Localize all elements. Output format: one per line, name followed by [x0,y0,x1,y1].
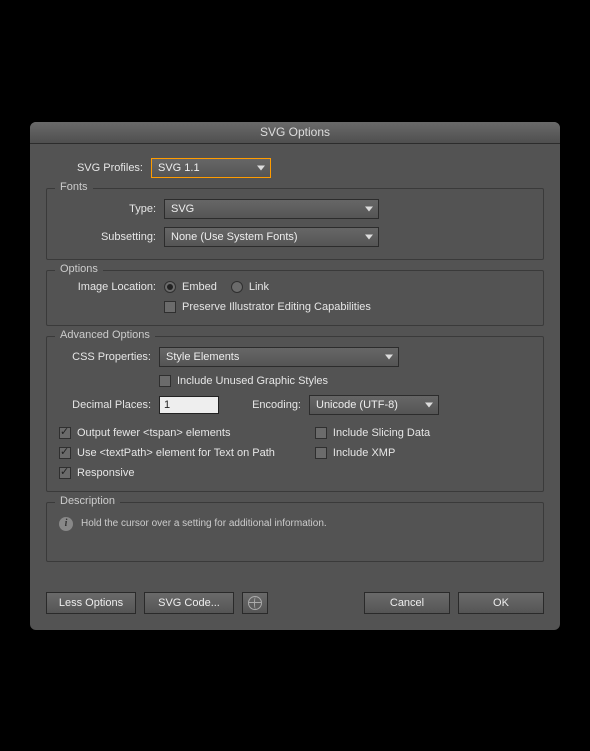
preview-web-button[interactable] [242,592,268,614]
svg-profiles-label: SVG Profiles: [66,162,151,174]
button-row: Less Options SVG Code... Cancel OK [46,592,544,614]
encoding-select[interactable]: Unicode (UTF-8) [309,395,439,415]
svg-options-dialog: SVG Options SVG Profiles: SVG 1.1 Fonts … [30,122,560,630]
window-title: SVG Options [260,125,330,139]
options-legend: Options [55,263,103,275]
info-icon: i [59,517,73,531]
decimal-places-label: Decimal Places: [59,399,159,411]
slicing-checkbox[interactable]: Include Slicing Data [315,427,430,439]
ok-button[interactable]: OK [458,592,544,614]
css-properties-select[interactable]: Style Elements [159,347,399,367]
less-options-button[interactable]: Less Options [46,592,136,614]
output-tspan-checkbox[interactable]: Output fewer <tspan> elements [59,427,275,439]
svg-profiles-select[interactable]: SVG 1.1 [151,158,271,178]
css-properties-label: CSS Properties: [59,351,159,363]
textpath-checkbox[interactable]: Use <textPath> element for Text on Path [59,447,275,459]
embed-radio[interactable]: Embed [164,281,217,293]
titlebar: SVG Options [30,122,560,144]
xmp-checkbox[interactable]: Include XMP [315,447,430,459]
fonts-legend: Fonts [55,181,93,193]
encoding-label: Encoding: [219,399,309,411]
description-fieldset: Description i Hold the cursor over a set… [46,502,544,562]
preserve-editing-checkbox[interactable]: Preserve Illustrator Editing Capabilitie… [164,301,371,313]
dialog-content: SVG Profiles: SVG 1.1 Fonts Type: SVG Su… [30,144,560,630]
decimal-places-input[interactable] [159,396,219,414]
font-type-select[interactable]: SVG [164,199,379,219]
subsetting-select[interactable]: None (Use System Fonts) [164,227,379,247]
fonts-fieldset: Fonts Type: SVG Subsetting: None (Use Sy… [46,188,544,260]
advanced-legend: Advanced Options [55,329,155,341]
description-text: Hold the cursor over a setting for addit… [81,518,327,529]
globe-icon [248,596,262,610]
link-radio[interactable]: Link [231,281,269,293]
svg-code-button[interactable]: SVG Code... [144,592,234,614]
include-unused-checkbox[interactable]: Include Unused Graphic Styles [159,375,328,387]
options-fieldset: Options Image Location: Embed Link Prese… [46,270,544,326]
cancel-button[interactable]: Cancel [364,592,450,614]
description-legend: Description [55,495,120,507]
advanced-fieldset: Advanced Options CSS Properties: Style E… [46,336,544,492]
font-type-label: Type: [59,203,164,215]
image-location-label: Image Location: [59,281,164,293]
responsive-checkbox[interactable]: Responsive [59,467,275,479]
subsetting-label: Subsetting: [59,231,164,243]
